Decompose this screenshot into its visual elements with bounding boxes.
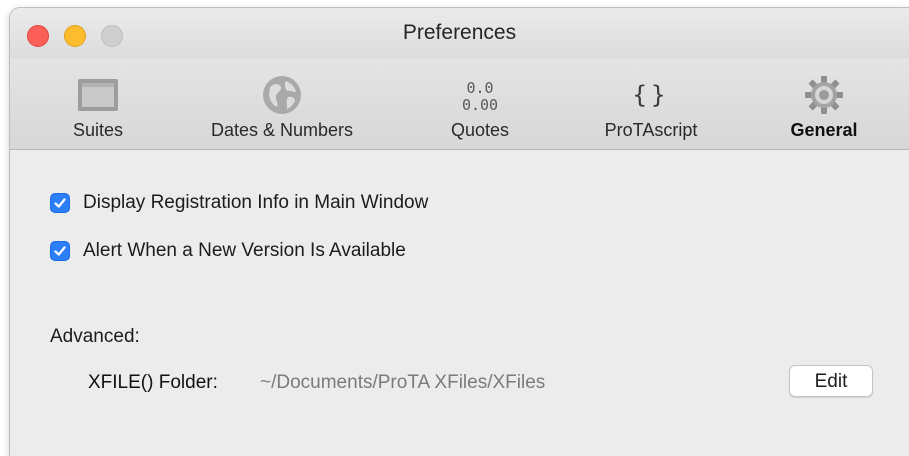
alert-new-version-label[interactable]: Alert When a New Version Is Available — [83, 240, 406, 262]
quotes-icon-line-1: 0.0 — [466, 79, 494, 97]
preferences-toolbar: Suites Dates & Numbers 0.0 0.00 Quotes {… — [10, 58, 909, 150]
advanced-section-label: Advanced: — [50, 326, 140, 347]
checkmark-icon — [54, 198, 66, 208]
tab-dates-numbers[interactable]: Dates & Numbers — [184, 58, 380, 149]
xfile-folder-label: XFILE() Folder: — [88, 372, 218, 393]
edit-button[interactable]: Edit — [789, 365, 873, 397]
tab-quotes-label: Quotes — [450, 120, 510, 140]
display-registration-checkbox[interactable] — [50, 193, 70, 213]
globe-icon — [260, 72, 304, 118]
quotes-icon-line-2: 0.00 — [461, 96, 499, 114]
tab-general-label: General — [790, 120, 858, 140]
tab-protascript-label: ProTAscript — [604, 120, 698, 140]
tab-general[interactable]: General — [764, 58, 884, 149]
title-bar[interactable]: Preferences — [10, 8, 909, 58]
checkmark-icon — [54, 246, 66, 256]
suites-icon — [75, 72, 121, 118]
tab-protascript[interactable]: {} ProTAscript — [576, 58, 726, 149]
window-title: Preferences — [402, 21, 517, 44]
display-registration-label[interactable]: Display Registration Info in Main Window — [83, 192, 428, 214]
gear-icon — [802, 72, 846, 118]
preferences-window: Preferences Suites Dates & Numbers 0.0 0… — [10, 8, 909, 456]
quotes-icon: 0.0 0.00 — [462, 72, 498, 118]
alert-new-version-checkbox[interactable] — [50, 241, 70, 261]
general-pane: Display Registration Info in Main Window… — [10, 150, 909, 456]
braces-icon: {} — [633, 72, 670, 118]
braces-icon-text: {} — [632, 81, 670, 109]
tab-quotes[interactable]: 0.0 0.00 Quotes — [426, 58, 534, 149]
xfile-folder-path: ~/Documents/ProTA XFiles/XFiles — [260, 372, 546, 393]
display-registration-row[interactable]: Display Registration Info in Main Window — [50, 192, 428, 214]
alert-new-version-row[interactable]: Alert When a New Version Is Available — [50, 240, 406, 262]
tab-suites-label: Suites — [72, 120, 124, 140]
tab-dates-numbers-label: Dates & Numbers — [210, 120, 354, 140]
tab-suites[interactable]: Suites — [52, 58, 144, 149]
